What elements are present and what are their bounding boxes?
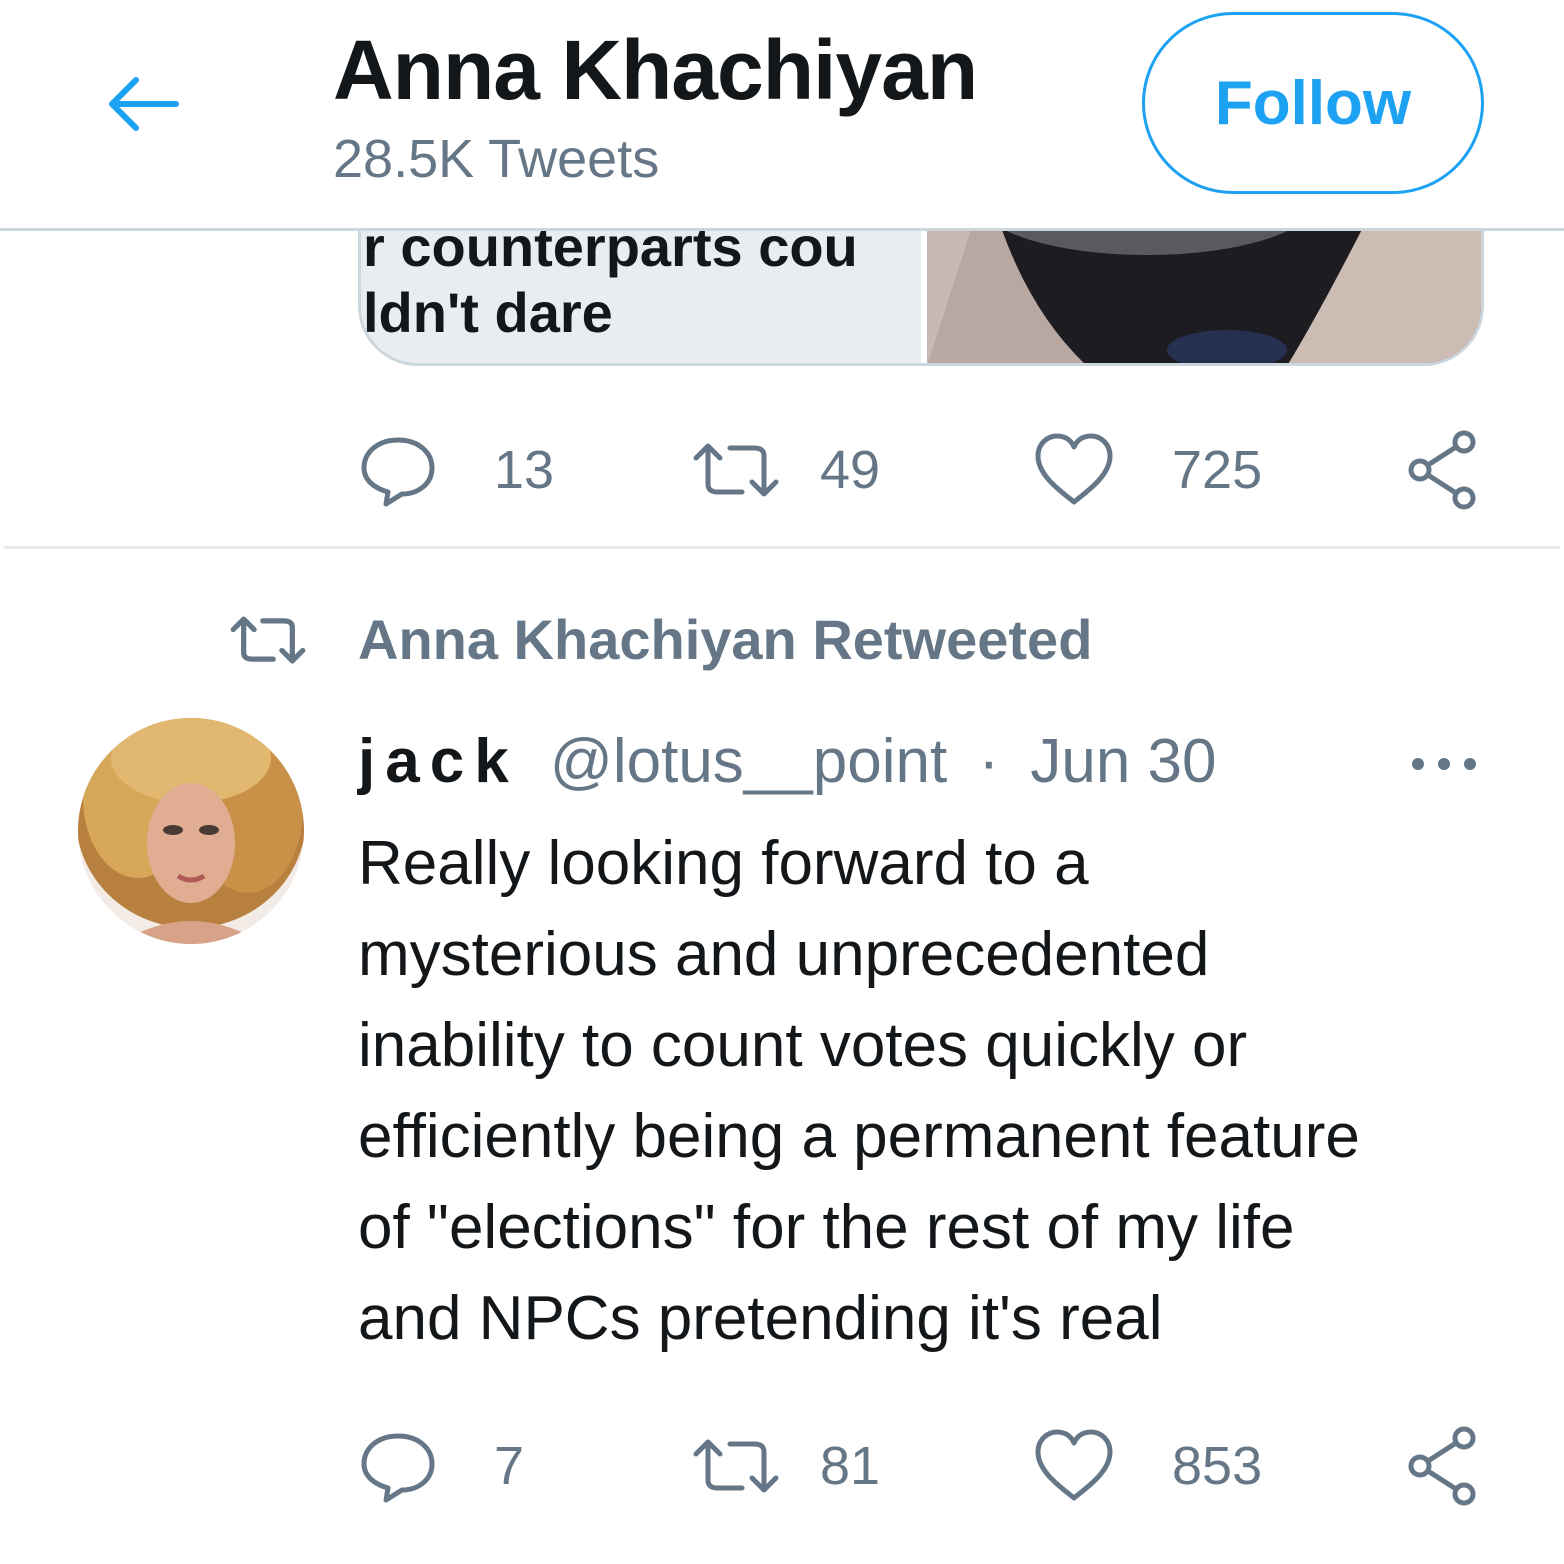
- tweet-meta: jack @lotus__point · Jun 30: [358, 722, 1217, 802]
- tweet-text-line: inability to count votes quickly or: [358, 1011, 1248, 1080]
- retweet-context: Anna Khachiyan Retweeted: [228, 604, 1092, 676]
- retweet-icon: [693, 443, 779, 497]
- tweet-text-line: and NPCs pretending it's real: [358, 1284, 1163, 1353]
- like-count: 853: [1172, 1436, 1263, 1496]
- tweet-divider: [4, 546, 1560, 549]
- author-handle[interactable]: @lotus__point: [550, 727, 947, 796]
- retweet-icon: [230, 616, 306, 664]
- like-button[interactable]: 853: [1032, 1426, 1262, 1506]
- like-count: 725: [1172, 440, 1263, 500]
- reply-count: 7: [494, 1436, 525, 1496]
- tweet-text-line: Really looking forward to a: [358, 829, 1089, 898]
- arrow-left-icon: [109, 77, 179, 131]
- tweet-action-bar: 7 81 853: [358, 1426, 1488, 1506]
- tweet-date[interactable]: Jun 30: [1030, 727, 1216, 796]
- reply-icon: [361, 437, 435, 507]
- more-options-button[interactable]: [1404, 744, 1484, 784]
- meta-separator: ·: [978, 727, 1000, 796]
- reply-icon: [361, 1433, 435, 1503]
- heart-icon: [1035, 433, 1113, 505]
- reply-button[interactable]: 7: [358, 1426, 524, 1506]
- retweet-icon: [693, 1439, 779, 1493]
- retweet-button[interactable]: 49: [690, 430, 880, 510]
- link-card-title-line: ldn't dare: [363, 281, 613, 344]
- avatar[interactable]: [78, 718, 304, 944]
- profile-header: Anna Khachiyan 28.5K Tweets Follow: [0, 0, 1564, 231]
- retweet-button[interactable]: 81: [690, 1426, 880, 1506]
- share-icon: [1408, 1426, 1476, 1506]
- retweet-count: 81: [820, 1436, 881, 1496]
- tweet-action-bar: 13 49 725: [358, 430, 1488, 510]
- tweet-text-line: mysterious and unprecedented: [358, 920, 1210, 989]
- tweet-text-line: of "elections" for the rest of my life: [358, 1193, 1295, 1262]
- share-button[interactable]: [1404, 1426, 1484, 1506]
- like-button[interactable]: 725: [1032, 430, 1262, 510]
- author-name[interactable]: jack: [358, 727, 519, 796]
- retweet-context-label[interactable]: Anna Khachiyan Retweeted: [358, 604, 1092, 676]
- follow-button[interactable]: Follow: [1142, 12, 1484, 194]
- tweet-text-line: efficiently being a permanent feature: [358, 1102, 1360, 1171]
- share-icon: [1408, 430, 1476, 510]
- heart-icon: [1035, 1429, 1113, 1501]
- retweet-count: 49: [820, 440, 881, 500]
- profile-name: Anna Khachiyan: [333, 23, 978, 117]
- reply-count: 13: [494, 440, 555, 500]
- tweet-count: 28.5K Tweets: [333, 129, 660, 189]
- back-button[interactable]: [96, 66, 188, 142]
- share-button[interactable]: [1404, 430, 1484, 510]
- reply-button[interactable]: 13: [358, 430, 554, 510]
- tweet-text: Really looking forward to a mysterious a…: [358, 818, 1498, 1364]
- more-horizontal-icon: [1412, 758, 1476, 770]
